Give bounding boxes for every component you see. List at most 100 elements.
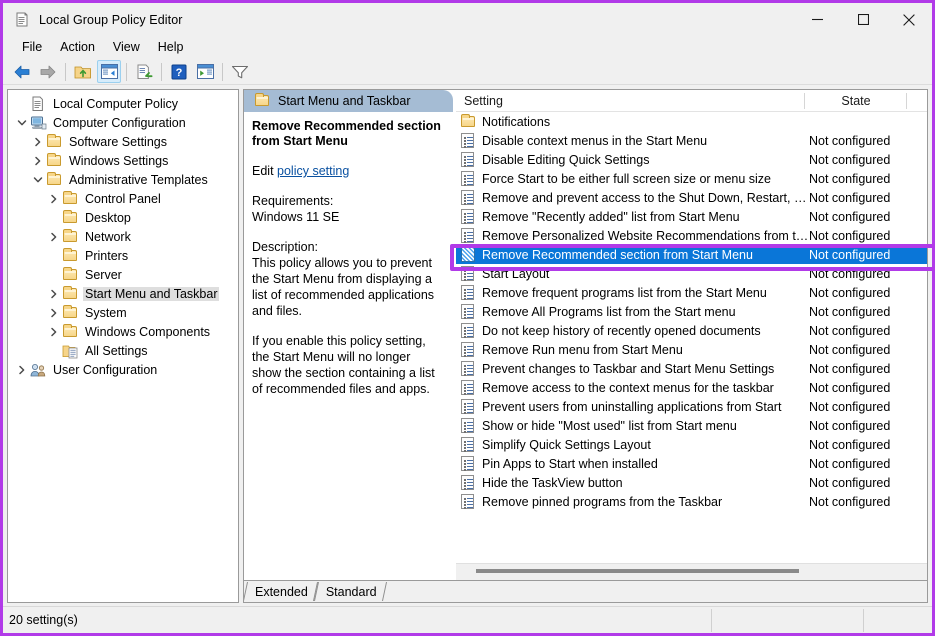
description-paragraph-2: If you enable this policy setting, the S… — [252, 334, 435, 396]
table-row-selected[interactable]: Remove Recommended section from Start Me… — [456, 245, 927, 264]
tree-node-all-settings[interactable]: All Settings — [8, 341, 238, 360]
menu-action[interactable]: Action — [51, 38, 104, 57]
table-row[interactable]: Start Layout Not configured — [456, 264, 927, 283]
properties-icon[interactable] — [132, 60, 156, 83]
forward-icon[interactable] — [36, 60, 60, 83]
row-state-value: Not configured — [809, 304, 891, 319]
folder-icon — [62, 323, 79, 340]
chevron-right-icon[interactable] — [46, 324, 62, 340]
table-row[interactable]: Disable Editing Quick Settings Not config… — [456, 150, 927, 169]
tree-node-label: System — [85, 305, 127, 320]
table-row[interactable]: Simplify Quick Settings Layout Not config… — [456, 435, 927, 454]
tree-node-network[interactable]: Network — [8, 227, 238, 246]
settings-list-view[interactable]: Setting State Notifications Disable conte… — [456, 90, 927, 580]
row-setting-name: Remove All Programs list from the Start … — [482, 304, 736, 319]
column-header-setting[interactable]: Setting — [456, 90, 805, 112]
table-row[interactable]: Remove pinned programs from the Taskbar N… — [456, 492, 927, 511]
minimize-button[interactable] — [794, 3, 840, 36]
settings-list-rows[interactable]: Notifications Disable context menus in th… — [456, 112, 927, 580]
table-row[interactable]: Remove access to the context menus for t… — [456, 378, 927, 397]
policy-icon — [460, 265, 476, 282]
edit-policy-setting-link[interactable]: policy setting — [277, 164, 349, 178]
chevron-right-icon[interactable] — [46, 286, 62, 302]
table-row[interactable]: Remove "Recently added" list from Start … — [456, 207, 927, 226]
show-hide-action-pane-icon[interactable] — [193, 60, 217, 83]
row-state-value: Not configured — [809, 190, 891, 205]
menu-help[interactable]: Help — [149, 38, 193, 57]
tree-node-label: Start Menu and Taskbar — [83, 286, 220, 301]
tree-node-system[interactable]: System — [8, 303, 238, 322]
folder-icon — [62, 247, 79, 264]
table-row[interactable]: Pin Apps to Start when installed Not conf… — [456, 454, 927, 473]
row-state-value: Not configured — [809, 133, 891, 148]
tree-node-software-settings[interactable]: Software Settings — [8, 132, 238, 151]
chevron-right-icon[interactable] — [46, 191, 62, 207]
tree-node-start-menu-and-taskbar[interactable]: Start Menu and Taskbar — [8, 284, 238, 303]
tree-node-label: Computer Configuration — [53, 115, 186, 130]
menu-view[interactable]: View — [104, 38, 149, 57]
up-one-level-icon[interactable] — [71, 60, 95, 83]
chevron-right-icon[interactable] — [46, 229, 62, 245]
folder-icon — [62, 228, 79, 245]
scrollbar-thumb[interactable] — [476, 569, 799, 573]
menu-file[interactable]: File — [13, 38, 51, 57]
tree-chevron-placeholder — [46, 248, 62, 264]
tree-node-computer-configuration[interactable]: Computer Configuration — [8, 113, 238, 132]
back-icon[interactable] — [10, 60, 34, 83]
column-header-state[interactable]: State — [805, 90, 907, 112]
tree-node-administrative-templates[interactable]: Administrative Templates — [8, 170, 238, 189]
detail-edit-line: Edit policy setting — [252, 163, 443, 179]
toolbar-separator — [222, 62, 223, 81]
show-hide-console-tree-icon[interactable] — [97, 60, 121, 83]
table-row[interactable]: Remove frequent programs list from the S… — [456, 283, 927, 302]
tree-node-user-configuration[interactable]: User Configuration — [8, 360, 238, 379]
view-tab-strip: Extended Standard — [244, 580, 927, 602]
tree-node-windows-components[interactable]: Windows Components — [8, 322, 238, 341]
folder-icon — [46, 171, 63, 188]
table-row[interactable]: Remove All Programs list from the Start … — [456, 302, 927, 321]
tab-extended[interactable]: Extended — [244, 581, 315, 602]
row-state-value: Not configured — [809, 437, 891, 452]
table-row[interactable]: Disable context menus in the Start Menu N… — [456, 131, 927, 150]
tree-node-printers[interactable]: Printers — [8, 246, 238, 265]
tree-node-windows-settings[interactable]: Windows Settings — [8, 151, 238, 170]
row-state-value: Not configured — [809, 342, 891, 357]
filter-icon[interactable] — [228, 60, 252, 83]
chevron-right-icon[interactable] — [30, 134, 46, 150]
column-header-comment[interactable] — [907, 90, 927, 112]
console-tree-pane[interactable]: Local Computer Policy Computer Configurat… — [7, 89, 239, 603]
tree-node-local-computer-policy[interactable]: Local Computer Policy — [8, 94, 238, 113]
tree-node-label: Desktop — [85, 210, 131, 225]
chevron-down-icon[interactable] — [14, 115, 30, 131]
table-row[interactable]: Do not keep history of recently opened d… — [456, 321, 927, 340]
folder-icon — [46, 133, 63, 150]
table-row[interactable]: Remove Run menu from Start Menu Not confi… — [456, 340, 927, 359]
table-row[interactable]: Hide the TaskView button Not configured — [456, 473, 927, 492]
tree-node-desktop[interactable]: Desktop — [8, 208, 238, 227]
chevron-right-icon[interactable] — [46, 305, 62, 321]
table-row[interactable]: Notifications — [456, 112, 927, 131]
tree-node-label: All Settings — [85, 343, 148, 358]
table-row[interactable]: Prevent changes to Taskbar and Start Men… — [456, 359, 927, 378]
table-row[interactable]: Prevent users from uninstalling applicat… — [456, 397, 927, 416]
row-state-value: Not configured — [809, 247, 891, 262]
chevron-right-icon[interactable] — [30, 153, 46, 169]
column-header-setting-label: Setting — [464, 94, 503, 108]
maximize-button[interactable] — [840, 3, 886, 36]
tree-node-control-panel[interactable]: Control Panel — [8, 189, 238, 208]
row-setting-name: Remove pinned programs from the Taskbar — [482, 494, 723, 509]
row-setting-name: Prevent changes to Taskbar and Start Men… — [482, 361, 775, 376]
table-row[interactable]: Remove and prevent access to the Shut Do… — [456, 188, 927, 207]
chevron-down-icon[interactable] — [30, 172, 46, 188]
row-state-value: Not configured — [809, 494, 891, 509]
table-row[interactable]: Force Start to be either full screen siz… — [456, 169, 927, 188]
horizontal-scrollbar[interactable] — [456, 563, 927, 580]
table-row[interactable]: Remove Personalized Website Recommendati… — [456, 226, 927, 245]
tree-node-server[interactable]: Server — [8, 265, 238, 284]
help-icon[interactable]: ? — [167, 60, 191, 83]
table-row[interactable]: Show or hide "Most used" list from Start… — [456, 416, 927, 435]
tab-standard[interactable]: Standard — [315, 581, 384, 602]
requirements-value: Windows 11 SE — [252, 210, 340, 224]
close-button[interactable] — [886, 3, 932, 36]
chevron-right-icon[interactable] — [14, 362, 30, 378]
